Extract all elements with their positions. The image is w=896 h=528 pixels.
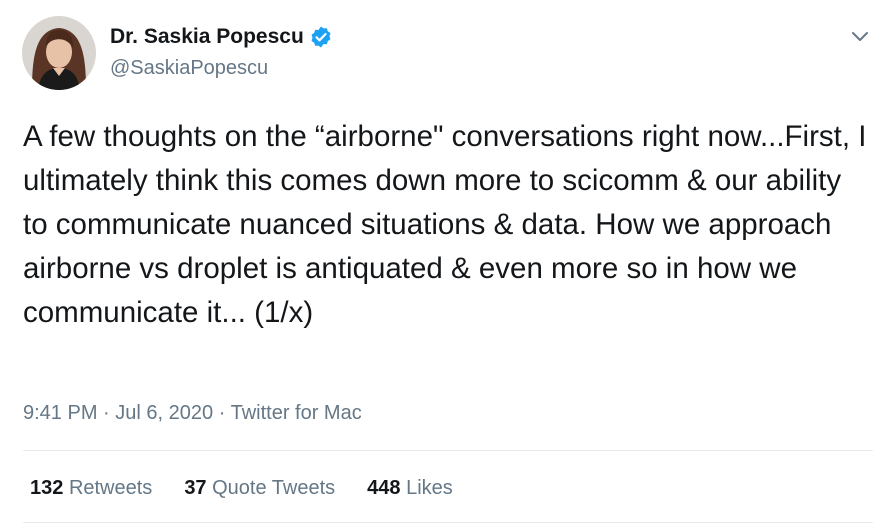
- tweet-stats: 132 Retweets 37 Quote Tweets 448 Likes: [30, 475, 485, 501]
- retweets-label: Retweets: [68, 477, 153, 499]
- tweet-time[interactable]: 9:41 PM: [23, 402, 97, 424]
- tweet-date[interactable]: Jul 6, 2020: [115, 402, 213, 424]
- author-name[interactable]: Dr. Saskia Popescu: [110, 24, 333, 50]
- tweet-source[interactable]: Twitter for Mac: [231, 402, 362, 424]
- quote-tweets-stat[interactable]: 37 Quote Tweets: [184, 475, 335, 501]
- chevron-down-icon[interactable]: [848, 24, 872, 48]
- quote-tweets-label: Quote Tweets: [212, 477, 336, 499]
- tweet-text: A few thoughts on the “airborne" convers…: [23, 120, 875, 329]
- likes-stat[interactable]: 448 Likes: [367, 475, 453, 501]
- tweet-meta: 9:41 PM · Jul 6, 2020 · Twitter for Mac: [23, 400, 362, 426]
- author-handle[interactable]: @SaskiaPopescu: [110, 55, 268, 81]
- avatar-photo: [22, 16, 96, 90]
- likes-count: 448: [367, 477, 401, 499]
- meta-separator: ·: [218, 402, 226, 424]
- likes-label: Likes: [406, 477, 453, 499]
- avatar[interactable]: [22, 16, 96, 90]
- divider: [23, 450, 873, 451]
- verified-badge-icon: [309, 25, 333, 49]
- retweets-stat[interactable]: 132 Retweets: [30, 475, 152, 501]
- author-name-text[interactable]: Dr. Saskia Popescu: [110, 24, 304, 50]
- meta-separator: ·: [103, 402, 110, 424]
- divider: [23, 522, 873, 523]
- quote-tweets-count: 37: [184, 477, 207, 499]
- retweets-count: 132: [30, 477, 64, 499]
